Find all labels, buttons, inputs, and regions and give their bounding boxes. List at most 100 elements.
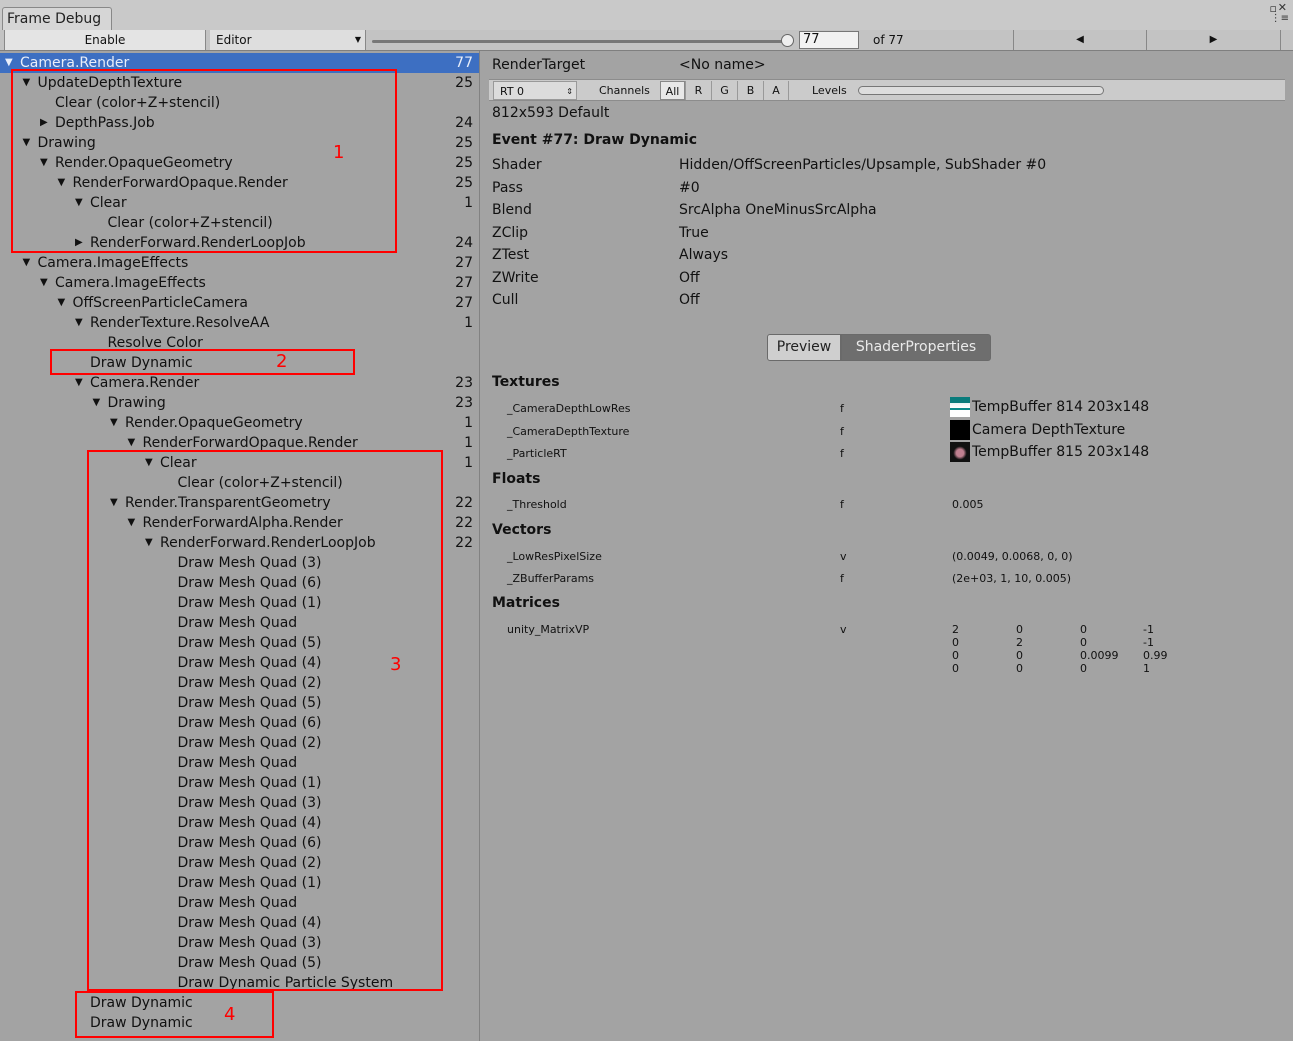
render-target-value: <No name> [679, 57, 766, 73]
texture-thumbnail[interactable] [950, 397, 970, 417]
levels-label: Levels [812, 84, 847, 97]
matrix-name: unity_MatrixVP [507, 623, 590, 636]
tree-row-count: 27 [455, 295, 473, 311]
matrix-stage: v [840, 623, 847, 636]
window-controls-icon[interactable]: ▫ ✕ ⋮≡ [1259, 1, 1289, 28]
vector-name: _ZBufferParams [507, 572, 595, 585]
channel-a-button[interactable]: A [763, 81, 789, 100]
annotation-label-1: 1 [333, 142, 345, 163]
channel-all-button[interactable]: All [660, 81, 685, 100]
matrix-cell: 0.0099 [1080, 649, 1119, 662]
tree-row[interactable]: ▼ Render.OpaqueGeometry 1 [0, 413, 479, 433]
tree-row-count: 27 [455, 255, 473, 271]
tree-row-count: 27 [455, 275, 473, 291]
state-key: ZClip [492, 224, 529, 241]
levels-slider[interactable] [858, 86, 1104, 95]
state-key: Cull [492, 292, 519, 308]
state-key: Pass [492, 179, 523, 196]
state-value: #0 [679, 179, 700, 196]
annotation-box-2 [50, 349, 355, 375]
texture-thumbnail[interactable] [950, 419, 970, 440]
rt-select[interactable]: RT 0 ⇕ [493, 81, 577, 100]
tab-preview[interactable]: Preview [767, 334, 841, 361]
previous-frame-button[interactable]: ◀ [1013, 30, 1147, 50]
state-value: Always [679, 247, 729, 263]
matrix-cell: 0 [1016, 623, 1023, 636]
annotation-label-2: 2 [276, 351, 288, 372]
texture-stage: f [840, 402, 844, 415]
tab-shader-properties[interactable]: ShaderProperties [841, 334, 991, 361]
tree-row-count: 22 [455, 535, 473, 551]
rt-select-label: RT 0 [500, 85, 525, 98]
tree-row[interactable]: ▼ RenderTexture.ResolveAA 1 [0, 313, 479, 333]
tree-row-count: 1 [464, 415, 473, 431]
menu-icon[interactable]: ⋮≡ [1271, 13, 1289, 24]
tree-row[interactable]: ▼ Drawing 23 [0, 393, 479, 413]
texture-stage: f [840, 424, 844, 438]
next-frame-button[interactable]: ▶ [1147, 30, 1281, 50]
matrix-cell: 0 [1080, 662, 1087, 675]
texture-name: _ParticleRT [507, 447, 567, 460]
texture-name: _CameraDepthLowRes [507, 402, 631, 415]
resolution-text: 812x593 Default [492, 105, 610, 121]
frame-slider-track[interactable] [372, 40, 790, 43]
floats-header: Floats [492, 471, 541, 487]
state-key: Blend [492, 202, 532, 218]
expanded-arrow-icon[interactable]: ▼ [75, 313, 83, 333]
channel-b-button[interactable]: B [737, 81, 763, 100]
tree-row[interactable]: ▼ Camera.ImageEffects 27 [0, 253, 479, 273]
arrow-left-icon: ◀ [1076, 34, 1084, 45]
state-value: Off [679, 269, 700, 286]
expanded-arrow-icon[interactable]: ▼ [110, 413, 118, 433]
matrix-cell: 0 [1080, 636, 1087, 649]
tree-row-label: Render.OpaqueGeometry [125, 415, 303, 431]
tree-row[interactable]: ▼ Camera.Render 23 [0, 373, 479, 393]
expanded-arrow-icon[interactable]: ▼ [75, 373, 83, 393]
tree-row[interactable]: ▼ OffScreenParticleCamera 27 [0, 293, 479, 313]
matrix-cell: 2 [1016, 636, 1023, 649]
expanded-arrow-icon[interactable]: ▼ [58, 293, 66, 313]
frame-number-input[interactable]: 77 [799, 31, 859, 49]
render-target-label: RenderTarget [492, 57, 586, 73]
matrices-header: Matrices [492, 595, 560, 611]
texture-value: Camera DepthTexture [972, 421, 1126, 438]
target-dropdown[interactable]: Editor ▼ [210, 30, 366, 50]
dropdown-arrow-icon: ▼ [354, 35, 361, 44]
texture-stage: f [840, 447, 844, 460]
tree-row-label: OffScreenParticleCamera [72, 295, 248, 311]
tree-row-count: 1 [464, 315, 473, 331]
frame-debug-tab[interactable]: Frame Debug [2, 7, 112, 31]
details-panel [480, 51, 1293, 1041]
matrix-cell: 2 [952, 623, 959, 636]
matrix-cell: -1 [1143, 623, 1154, 636]
tree-row-label: Camera.ImageEffects [55, 275, 206, 291]
tree-row-count: 23 [455, 375, 473, 391]
frame-total-label: of 77 [873, 33, 904, 47]
state-key: Shader [492, 157, 542, 173]
texture-thumbnail[interactable] [950, 442, 970, 462]
tree-row-label: RenderTexture.ResolveAA [90, 315, 270, 331]
channel-r-button[interactable]: R [685, 81, 711, 100]
enable-button[interactable]: Enable [4, 30, 206, 50]
annotation-box-4 [75, 991, 274, 1038]
expanded-arrow-icon[interactable]: ▼ [40, 273, 48, 293]
tree-row[interactable]: ▼ Camera.ImageEffects 27 [0, 273, 479, 293]
channel-g-button[interactable]: G [711, 81, 737, 100]
tree-row-count: 1 [464, 195, 473, 211]
matrix-cell: 0 [1080, 623, 1087, 636]
frame-slider-thumb[interactable] [781, 34, 794, 47]
matrix-cell: 0 [952, 636, 959, 649]
tree-row-count: 25 [455, 175, 473, 191]
vectors-header: Vectors [492, 522, 552, 538]
float-stage: f [840, 498, 844, 511]
float-value: 0.005 [952, 498, 984, 511]
annotation-box-3 [87, 450, 443, 991]
arrow-right-icon: ▶ [1209, 34, 1218, 45]
float-name: _Threshold [507, 498, 567, 511]
channels-label: Channels [599, 84, 650, 97]
matrix-cell: 0.99 [1143, 649, 1168, 662]
matrix-cell: 0 [952, 662, 959, 675]
expanded-arrow-icon[interactable]: ▼ [93, 393, 101, 413]
expanded-arrow-icon[interactable]: ▼ [23, 253, 31, 273]
vector-value: (2e+03, 1, 10, 0.005) [952, 572, 1072, 585]
